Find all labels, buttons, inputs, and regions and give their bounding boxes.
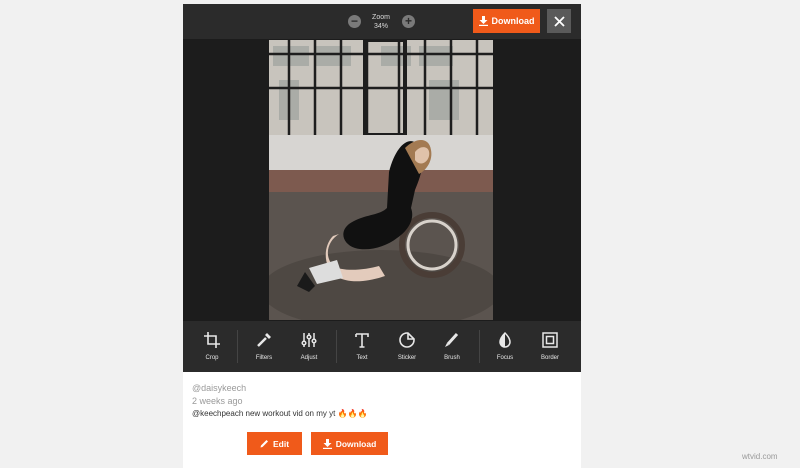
adjust-icon <box>301 333 317 347</box>
tool-crop[interactable]: Crop <box>196 321 228 372</box>
border-icon <box>542 332 558 348</box>
tool-label: Crop <box>205 355 219 361</box>
tool-brush[interactable]: Brush <box>436 321 468 372</box>
brush-icon <box>445 332 459 347</box>
bottom-download-label: Download <box>335 438 377 449</box>
toolbar-divider <box>336 330 337 363</box>
filters-icon <box>257 333 271 347</box>
post-caption: @keechpeach new workout vid on my yt 🔥🔥🔥 <box>192 409 368 418</box>
tool-label: Adjust <box>300 355 318 361</box>
tool-border[interactable]: Border <box>534 321 566 372</box>
close-button[interactable] <box>547 9 571 33</box>
photo-preview[interactable] <box>269 40 493 320</box>
close-icon <box>553 15 565 27</box>
tool-text[interactable]: Text <box>346 321 378 372</box>
toolbar-divider <box>237 330 238 363</box>
post-timestamp: 2 weeks ago <box>192 396 243 406</box>
focus-icon <box>499 331 511 348</box>
tool-label: Sticker <box>397 355 417 361</box>
download-icon <box>322 438 332 449</box>
zoom-label: Zoom <box>372 14 390 21</box>
tool-focus[interactable]: Focus <box>489 321 521 372</box>
tool-sticker[interactable]: Sticker <box>391 321 423 372</box>
top-bar: − Zoom 34% + Download <box>183 4 581 39</box>
editing-toolbar: Crop Filters Adjust Text Sticker Brush F… <box>183 321 581 372</box>
photo-editor-modal: − Zoom 34% + Download Crop Filters Adjus… <box>183 4 581 468</box>
tool-label: Brush <box>444 355 460 361</box>
text-icon <box>355 333 369 348</box>
download-icon <box>478 16 488 26</box>
site-watermark: wtvid.com <box>742 452 778 461</box>
post-info: @daisykeech 2 weeks ago @keechpeach new … <box>192 382 572 420</box>
toolbar-divider <box>479 330 480 363</box>
edit-label: Edit <box>272 438 290 449</box>
tool-label: Filters <box>255 355 273 361</box>
edit-button[interactable]: Edit <box>247 432 302 455</box>
tool-adjust[interactable]: Adjust <box>293 321 325 372</box>
top-download-button[interactable]: Download <box>473 9 540 33</box>
post-username[interactable]: @daisykeech <box>192 382 572 394</box>
top-download-label: Download <box>491 16 535 26</box>
crop-icon <box>204 332 220 348</box>
bottom-download-button[interactable]: Download <box>311 432 388 455</box>
zoom-value: 34% <box>373 23 388 30</box>
tool-label: Border <box>540 355 559 361</box>
pencil-icon <box>260 440 268 448</box>
zoom-in-button[interactable]: + <box>402 15 415 28</box>
tool-label: Text <box>356 355 368 361</box>
tool-label: Focus <box>496 355 514 361</box>
sticker-icon <box>399 332 415 348</box>
image-stage <box>183 39 581 321</box>
tool-filters[interactable]: Filters <box>248 321 280 372</box>
